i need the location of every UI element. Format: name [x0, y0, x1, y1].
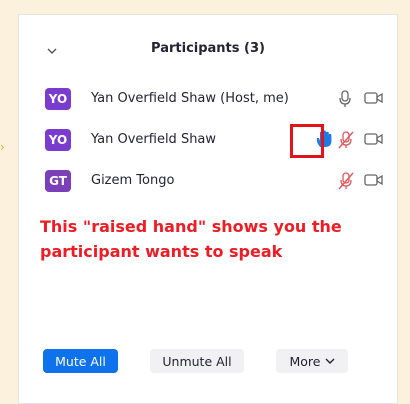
unmute-all-button[interactable]: Unmute All: [150, 349, 244, 373]
more-button[interactable]: More: [276, 349, 348, 373]
panel-title: Participants (3): [151, 41, 265, 56]
left-edge-mark: ›: [0, 140, 5, 154]
avatar: YO: [45, 88, 71, 110]
annotation-line-2: participant wants to speak: [40, 242, 283, 261]
annotation-line-1: This "raised hand" shows you the: [40, 217, 342, 236]
participant-row[interactable]: YO Yan Overfield Shaw (Host, me): [19, 86, 397, 114]
participant-name: Yan Overfield Shaw (Host, me): [91, 91, 289, 106]
participants-panel: Participants (3) YO Yan Overfield Shaw (…: [18, 14, 398, 404]
raised-hand-highlight-box: [290, 124, 324, 158]
mic-muted-icon[interactable]: [337, 172, 355, 194]
participant-name: Gizem Tongo: [91, 173, 175, 188]
avatar: GT: [45, 170, 71, 192]
video-icon[interactable]: [364, 90, 384, 110]
mic-icon[interactable]: [338, 90, 352, 112]
participant-name: Yan Overfield Shaw: [91, 132, 217, 147]
video-icon[interactable]: [364, 131, 384, 151]
mic-muted-icon[interactable]: [337, 131, 355, 153]
annotation-text: This "raised hand" shows you the partici…: [40, 214, 380, 264]
participant-row[interactable]: YO Yan Overfield Shaw: [19, 127, 397, 155]
chevron-down-icon: [325, 357, 335, 365]
avatar: YO: [45, 129, 71, 151]
more-label: More: [289, 353, 321, 369]
participant-row[interactable]: GT Gizem Tongo: [19, 168, 397, 196]
video-icon[interactable]: [364, 172, 384, 192]
panel-header: Participants (3): [19, 41, 397, 65]
mute-all-button[interactable]: Mute All: [43, 349, 118, 373]
